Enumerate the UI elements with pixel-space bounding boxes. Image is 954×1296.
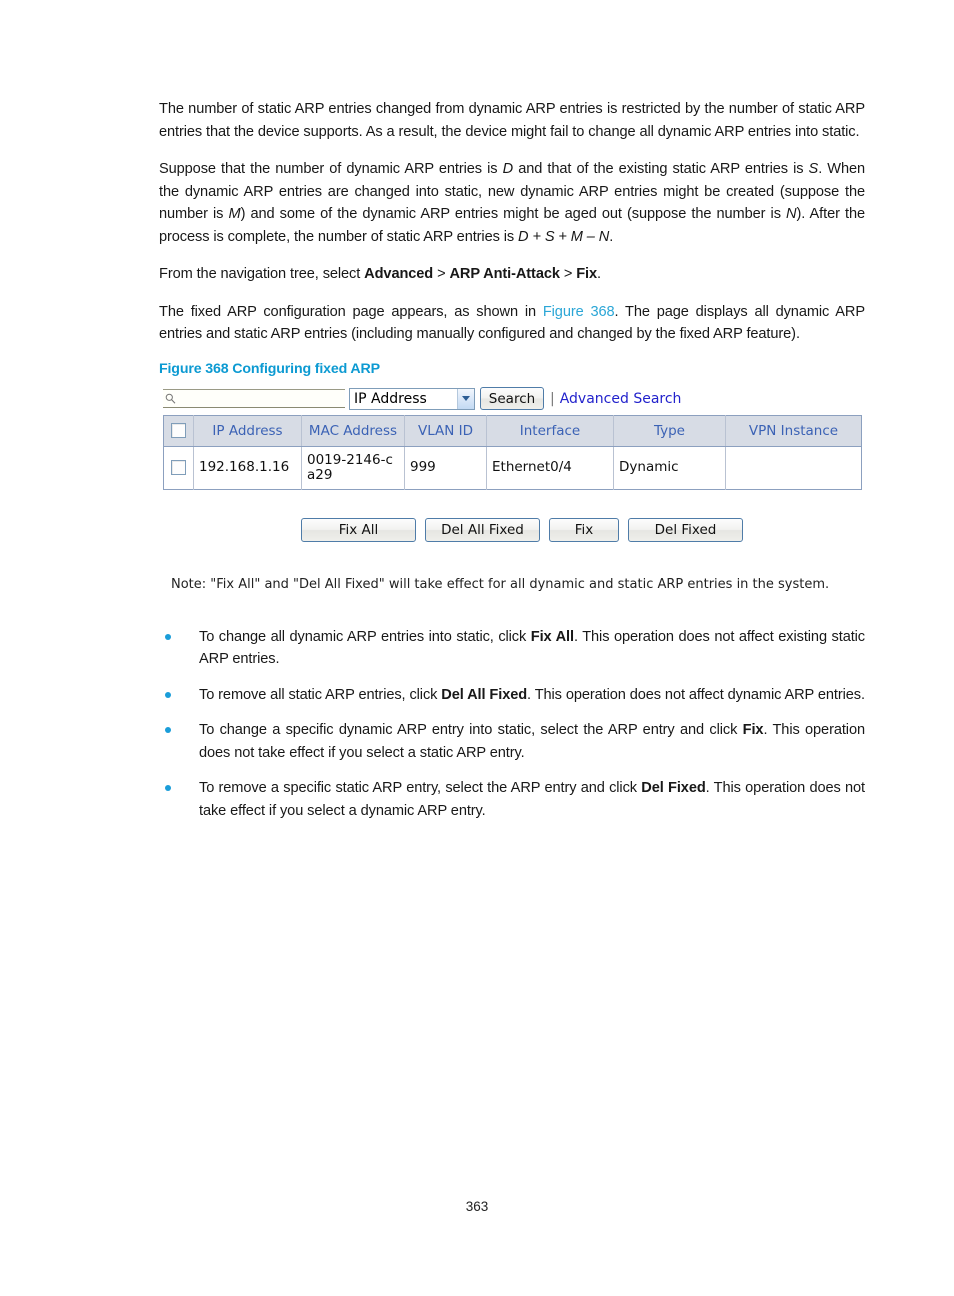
advanced-search-link[interactable]: Advanced Search xyxy=(560,391,682,407)
select-all-checkbox[interactable] xyxy=(171,423,186,438)
bullet-dot-icon xyxy=(165,633,171,640)
paragraph-2: Suppose that the number of dynamic ARP e… xyxy=(159,161,865,245)
toolbar-separator: | xyxy=(550,390,555,407)
page-number: 363 xyxy=(465,1199,489,1214)
select-all-header xyxy=(163,415,194,447)
list-item: To change all dynamic ARP entries into s… xyxy=(159,626,865,671)
bullet-dot-icon xyxy=(165,785,171,791)
bullet-dot-icon xyxy=(165,691,171,698)
column-header-ip-address[interactable]: IP Address xyxy=(193,415,302,447)
cell-interface: Ethernet0/4 xyxy=(486,446,614,489)
del-all-fixed-button[interactable]: Del All Fixed xyxy=(425,517,540,542)
search-field-select-value: IP Address xyxy=(354,390,427,407)
row-select-cell xyxy=(163,446,194,489)
action-button-row: Fix All Del All Fixed Fix Del Fixed xyxy=(163,517,865,542)
fix-all-button[interactable]: Fix All xyxy=(301,517,416,542)
arp-entries-table: IP Address MAC Address VLAN ID Interface… xyxy=(163,414,862,490)
list-item: To change a specific dynamic ARP entry i… xyxy=(159,719,865,764)
list-item: To remove a specific static ARP entry, s… xyxy=(159,777,865,822)
fix-button[interactable]: Fix xyxy=(549,517,619,542)
cell-ip-address: 192.168.1.16 xyxy=(193,446,302,489)
paragraph-4-figure-reference: The fixed ARP configuration page appears… xyxy=(159,303,865,343)
operation-bullet-list: To change all dynamic ARP entries into s… xyxy=(159,626,865,823)
del-fixed-button[interactable]: Del Fixed xyxy=(628,517,743,542)
screenshot-note: Note: "Fix All" and "Del All Fixed" will… xyxy=(171,576,830,592)
figure-caption: Figure 368 Configuring fixed ARP xyxy=(159,360,380,377)
cell-vpn-instance xyxy=(725,446,862,489)
table-header-row: IP Address MAC Address VLAN ID Interface… xyxy=(163,415,862,447)
row-select-checkbox[interactable] xyxy=(171,459,186,475)
paragraph-3-navigation-path: From the navigation tree, select Advance… xyxy=(159,266,601,282)
list-item: To remove all static ARP entries, click … xyxy=(159,684,865,707)
bullet-dot-icon xyxy=(165,727,171,733)
column-header-vpn-instance[interactable]: VPN Instance xyxy=(725,415,862,447)
search-input[interactable] xyxy=(163,389,345,408)
search-toolbar: IP Address Search | Advanced Search xyxy=(163,387,865,411)
column-header-vlan-id[interactable]: VLAN ID xyxy=(404,415,487,447)
column-header-mac-address[interactable]: MAC Address xyxy=(301,415,405,447)
column-header-interface[interactable]: Interface xyxy=(486,415,614,447)
chevron-down-icon[interactable] xyxy=(457,388,474,409)
column-header-type[interactable]: Type xyxy=(613,415,726,447)
magnifier-icon xyxy=(165,393,176,404)
search-field-select[interactable]: IP Address xyxy=(349,387,475,410)
search-button[interactable]: Search xyxy=(480,387,544,410)
page-content: The number of static ARP entries changed… xyxy=(159,98,865,822)
paragraph-1: The number of static ARP entries changed… xyxy=(159,101,865,140)
cell-mac-address: 0019-2146-ca29 xyxy=(301,446,405,489)
cell-type: Dynamic xyxy=(613,446,726,489)
table-row[interactable]: 192.168.1.16 0019-2146-ca29 999 Ethernet… xyxy=(163,446,862,489)
fixed-arp-configuration-screenshot: IP Address Search | Advanced Search IP A… xyxy=(159,387,865,592)
cell-vlan-id: 999 xyxy=(404,446,487,489)
document-page: The number of static ARP entries changed… xyxy=(0,0,954,1296)
